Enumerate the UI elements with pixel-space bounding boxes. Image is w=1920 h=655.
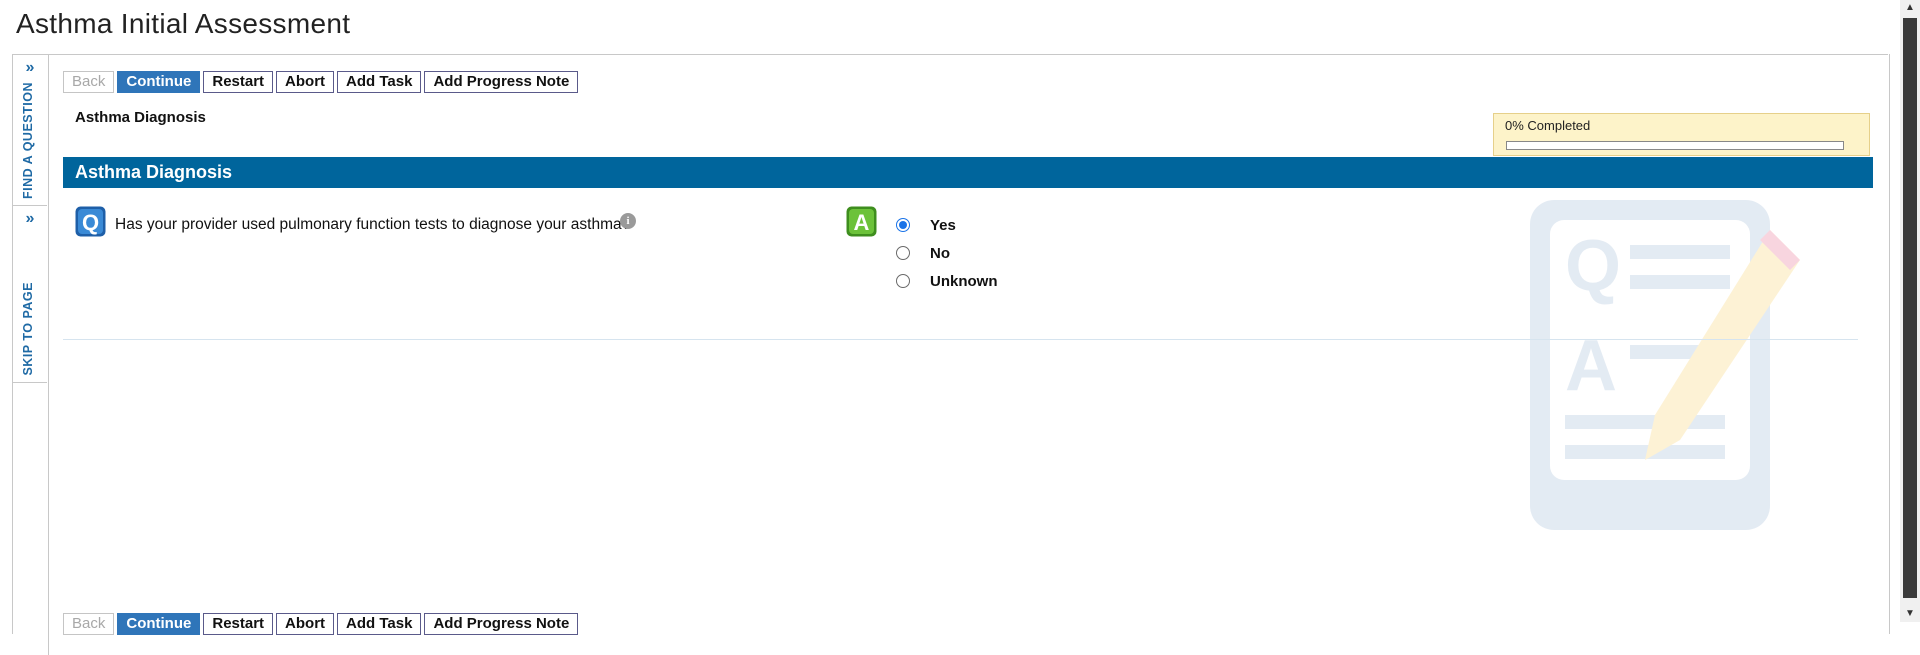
section-label: Asthma Diagnosis [75, 109, 206, 126]
side-tabs: » FIND A QUESTION » SKIP TO PAGE [13, 55, 49, 655]
answer-option-unknown[interactable]: Unknown [894, 267, 998, 295]
section-header-title: Asthma Diagnosis [75, 162, 233, 182]
add-progress-note-button-bottom[interactable]: Add Progress Note [424, 613, 579, 635]
find-a-question-tab[interactable]: » FIND A QUESTION [13, 55, 47, 206]
vertical-scrollbar[interactable]: ▲ ▼ [1900, 0, 1920, 622]
back-button[interactable]: Back [63, 71, 115, 93]
question-divider [63, 339, 1858, 340]
answer-options: Yes No Unknown [894, 211, 998, 295]
answer-label-yes[interactable]: Yes [930, 217, 956, 234]
top-toolbar: Back Continue Restart Abort Add Task Add… [63, 71, 579, 93]
radio-yes[interactable] [896, 218, 910, 232]
continue-button-bottom[interactable]: Continue [117, 613, 201, 635]
svg-text:A: A [854, 210, 870, 235]
question-text: Has your provider used pulmonary functio… [115, 216, 631, 233]
abort-button-bottom[interactable]: Abort [276, 613, 335, 635]
progress-bar [1506, 141, 1844, 150]
radio-unknown[interactable] [896, 274, 910, 288]
answer-label-no[interactable]: No [930, 245, 950, 262]
add-progress-note-button[interactable]: Add Progress Note [424, 71, 579, 93]
progress-text: 0% Completed [1505, 118, 1591, 133]
info-icon[interactable]: i [620, 213, 636, 229]
add-task-button[interactable]: Add Task [337, 71, 422, 93]
restart-button-bottom[interactable]: Restart [203, 613, 274, 635]
scroll-up-arrow-icon[interactable]: ▲ [1900, 0, 1920, 16]
abort-button[interactable]: Abort [276, 71, 335, 93]
progress-box: 0% Completed [1493, 113, 1870, 156]
scroll-down-arrow-icon[interactable]: ▼ [1900, 606, 1920, 622]
section-header: Asthma Diagnosis [63, 157, 1873, 188]
skip-to-page-tab[interactable]: » SKIP TO PAGE [13, 206, 47, 383]
answer-option-yes[interactable]: Yes [894, 211, 998, 239]
question-icon: Q [75, 206, 106, 237]
answer-label-unknown[interactable]: Unknown [930, 273, 998, 290]
answer-option-no[interactable]: No [894, 239, 998, 267]
qa-watermark-icon: Q A [1530, 200, 1800, 530]
restart-button[interactable]: Restart [203, 71, 274, 93]
svg-text:A: A [1565, 326, 1617, 406]
add-task-button-bottom[interactable]: Add Task [337, 613, 422, 635]
radio-no[interactable] [896, 246, 910, 260]
back-button-bottom[interactable]: Back [63, 613, 115, 635]
skip-to-page-label: SKIP TO PAGE [21, 282, 35, 376]
answer-icon: A [846, 206, 877, 237]
scrollbar-thumb[interactable] [1903, 18, 1917, 598]
svg-text:Q: Q [1565, 226, 1621, 306]
continue-button[interactable]: Continue [117, 71, 201, 93]
page-title: Asthma Initial Assessment [16, 8, 351, 39]
svg-text:Q: Q [82, 210, 99, 235]
find-a-question-label: FIND A QUESTION [21, 82, 35, 199]
chevron-right-icon: » [25, 59, 35, 76]
bottom-toolbar: Back Continue Restart Abort Add Task Add… [63, 613, 579, 635]
chevron-right-icon: » [25, 210, 35, 227]
